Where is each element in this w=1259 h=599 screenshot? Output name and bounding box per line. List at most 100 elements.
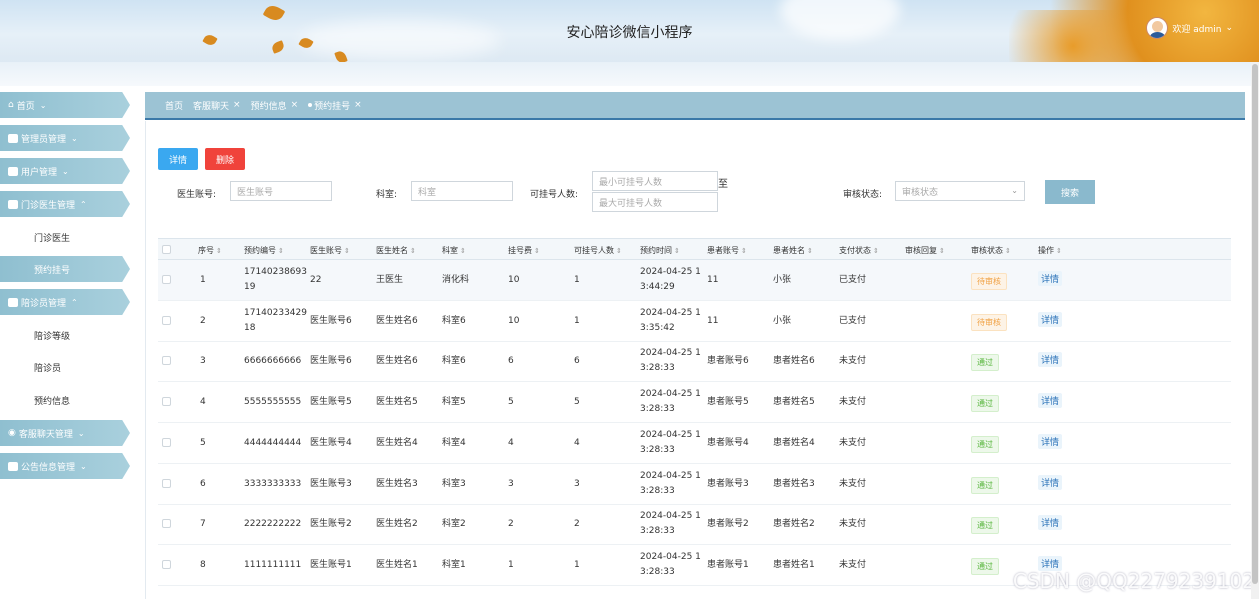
row-checkbox[interactable]	[162, 356, 171, 366]
column-header[interactable]: 审核状态 ⇕	[971, 245, 1011, 256]
dept-cell: 科室1	[442, 559, 466, 570]
sort-icon: ⇕	[410, 247, 416, 255]
table-row[interactable]: 5 医生账号4 医生姓名4 科室4 4 4 患者账号4 患者姓名4 未支付 4444444444 2…	[158, 423, 1231, 464]
column-header[interactable]: 挂号费 ⇕	[508, 245, 540, 256]
column-header[interactable]: 医生姓名 ⇕	[376, 245, 416, 256]
code-line: 17140233429	[244, 307, 307, 318]
delete-button[interactable]: 删除	[205, 148, 245, 170]
user-menu[interactable]: 欢迎 admin ⌄	[1146, 17, 1233, 39]
fee-cell: 10	[508, 275, 520, 285]
tab-appointment-info[interactable]: 预约信息 ×	[251, 99, 299, 112]
appointment-time-cell: 2024-04-25 1 3:28:33	[640, 509, 701, 539]
column-header[interactable]: 可挂号人数 ⇕	[574, 245, 622, 256]
column-header[interactable]: 审核回复 ⇕	[905, 245, 945, 256]
user-icon	[8, 297, 18, 307]
chevron-up-icon: ⌃	[71, 297, 78, 307]
column-header[interactable]: 患者账号 ⇕	[707, 245, 747, 256]
detail-button[interactable]: 详情	[158, 148, 198, 170]
table-row[interactable]: 3 医生账号6 医生姓名6 科室6 6 6 患者账号6 患者姓名6 未支付 6666666666 2…	[158, 341, 1231, 383]
row-detail-button[interactable]: 详情	[1038, 271, 1063, 286]
status-badge: 通过	[971, 354, 999, 372]
row-detail-button[interactable]: 详情	[1038, 515, 1063, 531]
row-checkbox[interactable]	[162, 437, 171, 447]
sidebar-item-escort-admin[interactable]: 陪诊员管理 ⌃	[0, 289, 130, 315]
row-checkbox[interactable]	[162, 275, 171, 284]
sidebar-item-notice[interactable]: 公告信息管理 ⌄	[0, 453, 130, 479]
column-header[interactable]: 预约时间 ⇕	[640, 245, 680, 256]
dept-input[interactable]: 科室	[411, 181, 513, 201]
sidebar-item-escort[interactable]: 陪诊员	[0, 354, 130, 380]
capacity-cell: 1	[574, 315, 580, 326]
table-row[interactable]: 1 22 王医生 消化科 10 1 11 小张 已支付 17140238693 19 2024-04-…	[158, 260, 1231, 301]
capacity-min-input[interactable]: 最小可挂号人数	[592, 171, 718, 191]
appointment-code-cell: 6666666666	[244, 354, 301, 369]
doctor-name-cell: 王医生	[376, 275, 404, 285]
row-number: 7	[200, 519, 206, 530]
capacity-max-input[interactable]: 最大可挂号人数	[592, 192, 718, 212]
dept-cell: 科室6	[442, 315, 466, 326]
sort-icon: ⇕	[616, 247, 622, 255]
table-row[interactable]: 6 医生账号3 医生姓名3 科室3 3 3 患者账号3 患者姓名3 未支付 3333333333 2…	[158, 464, 1231, 505]
tab-home[interactable]: 首页	[165, 99, 183, 112]
tab-label: 预约挂号	[314, 101, 351, 112]
row-checkbox[interactable]	[162, 519, 171, 529]
table-row[interactable]: 7 医生账号2 医生姓名2 科室2 2 2 患者账号2 患者姓名2 未支付 2222222222 2…	[158, 504, 1231, 546]
sidebar-item-appointment-info[interactable]: 预约信息	[0, 387, 130, 413]
column-header[interactable]: 支付状态 ⇕	[839, 245, 879, 256]
table-header: 序号 ⇕ 预约编号 ⇕ 医生账号 ⇕ 医生姓名 ⇕ 科室 ⇕ 挂号费 ⇕ 可挂号人数 ⇕ 预约…	[158, 238, 1231, 260]
row-detail-button[interactable]: 详情	[1038, 393, 1063, 409]
scrollbar-thumb[interactable]	[1252, 64, 1258, 584]
table-row[interactable]: 4 医生账号5 医生姓名5 科室5 5 5 患者账号5 患者姓名5 未支付 5555555555 2…	[158, 382, 1231, 424]
sidebar-item-home[interactable]: ⌂ 首页 ⌄	[0, 92, 130, 118]
column-header[interactable]: 操作 ⇕	[1038, 245, 1062, 256]
sidebar-item-admin[interactable]: 管理员管理 ⌄	[0, 125, 130, 151]
row-checkbox[interactable]	[162, 315, 171, 325]
sidebar-item-chat[interactable]: ◉ 客服聊天管理 ⌄	[0, 420, 130, 446]
capacity-cell: 6	[574, 356, 580, 367]
home-icon: ⌂	[8, 100, 14, 110]
sidebar-item-escort-level[interactable]: 陪诊等级	[0, 322, 130, 348]
dept-cell: 科室2	[442, 519, 466, 530]
row-detail-button[interactable]: 详情	[1038, 474, 1063, 490]
pay-status-cell: 已支付	[839, 275, 867, 285]
sidebar-item-label: 客服聊天管理	[18, 429, 73, 440]
notice-icon	[8, 461, 18, 471]
sidebar-item-label: 陪诊员	[34, 363, 62, 374]
column-header[interactable]: 科室 ⇕	[442, 245, 466, 256]
select-all-checkbox[interactable]	[162, 245, 171, 254]
row-detail-button[interactable]: 详情	[1038, 311, 1063, 327]
column-header[interactable]: 预约编号 ⇕	[244, 245, 284, 256]
sidebar-item-appointment-register[interactable]: 预约挂号	[0, 256, 130, 282]
doctor-account-label: 医生账号:	[177, 190, 217, 200]
chat-icon: ◉	[8, 428, 16, 438]
status-select[interactable]: 审核状态 ⌄	[895, 181, 1025, 201]
close-icon[interactable]: ×	[291, 100, 299, 110]
row-detail-button[interactable]: 详情	[1038, 433, 1063, 449]
row-checkbox[interactable]	[162, 559, 171, 569]
row-number: 8	[200, 559, 206, 570]
tab-appointment-register[interactable]: 预约挂号 ×	[308, 99, 362, 112]
appointment-code-cell: 2222222222	[244, 517, 301, 532]
page-scrollbar[interactable]	[1251, 62, 1259, 599]
appointment-code-cell: 17140238693 19	[244, 265, 307, 295]
sidebar-item-doctor[interactable]: 门诊医生	[0, 224, 130, 250]
column-header[interactable]: 序号 ⇕	[198, 245, 222, 256]
patient-name-cell: 患者姓名3	[773, 478, 815, 489]
doctor-account-input[interactable]: 医生账号	[230, 181, 332, 201]
table-row[interactable]: 2 医生账号6 医生姓名6 科室6 10 1 11 小张 已支付 17140233429 18 202…	[158, 301, 1231, 342]
tab-chat[interactable]: 客服聊天 ×	[193, 99, 241, 112]
header-subbar	[0, 62, 1259, 86]
close-icon[interactable]: ×	[354, 100, 362, 110]
sidebar-item-users[interactable]: 用户管理 ⌄	[0, 158, 130, 184]
row-checkbox[interactable]	[162, 478, 171, 488]
row-detail-button[interactable]: 详情	[1038, 352, 1063, 368]
patient-name-cell: 患者姓名6	[773, 356, 815, 367]
doctor-account-cell: 医生账号5	[310, 397, 352, 408]
pay-status-cell: 未支付	[839, 437, 867, 448]
search-button[interactable]: 搜索	[1045, 180, 1095, 204]
column-header[interactable]: 医生账号 ⇕	[310, 245, 350, 256]
row-checkbox[interactable]	[162, 397, 171, 407]
close-icon[interactable]: ×	[233, 100, 241, 110]
column-header[interactable]: 患者姓名 ⇕	[773, 245, 813, 256]
sidebar-item-clinic-doctor[interactable]: 门诊医生管理 ⌃	[0, 191, 130, 217]
